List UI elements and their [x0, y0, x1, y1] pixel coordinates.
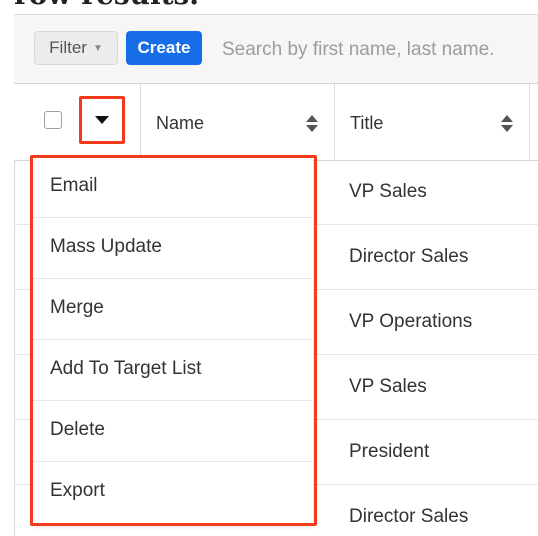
cell-text: Director Sales: [349, 506, 469, 527]
create-button-label: Create: [137, 38, 191, 57]
cell-text: VP Sales: [349, 376, 427, 397]
column-header-title[interactable]: Title: [350, 113, 383, 134]
column-divider: [529, 84, 530, 160]
filter-bar: Filter ▼ Create Search by first name, la…: [14, 15, 538, 84]
table-cell-title: VP Sales: [349, 376, 427, 398]
sort-icon[interactable]: [501, 115, 513, 133]
sort-icon[interactable]: [306, 115, 318, 133]
cell-text: President: [349, 441, 430, 462]
mass-actions-toggle[interactable]: [79, 96, 125, 144]
table-cell-title: VP Operations: [349, 311, 472, 333]
create-button[interactable]: Create: [126, 31, 202, 65]
select-all-checkbox[interactable]: [44, 111, 62, 129]
column-divider: [334, 84, 335, 160]
filter-button-label: Filter: [49, 38, 87, 57]
table-cell-title: VP Sales: [349, 181, 427, 203]
column-divider: [140, 84, 141, 160]
column-header-name[interactable]: Name: [156, 113, 204, 134]
column-header-label: Name: [156, 113, 205, 133]
table-cell-title: Director Sales: [349, 506, 468, 528]
search-input[interactable]: Search by first name, last name.: [222, 39, 494, 61]
chevron-down-icon: ▼: [92, 42, 103, 54]
cell-text: VP Sales: [349, 181, 427, 202]
search-placeholder: Search by first name, last name.: [222, 39, 495, 60]
filter-button[interactable]: Filter ▼: [34, 31, 118, 65]
table-cell-title: President: [349, 441, 429, 463]
caret-down-icon: [95, 116, 109, 124]
cell-text: Director Sales: [349, 246, 469, 267]
column-header-label: Title: [350, 113, 384, 133]
cell-text: VP Operations: [349, 311, 473, 332]
page-heading-partial: row results.: [14, 0, 199, 11]
page-heading-text: row results.: [14, 0, 199, 11]
table-cell-title: Director Sales: [349, 246, 468, 268]
menu-highlight-box: [30, 155, 317, 526]
